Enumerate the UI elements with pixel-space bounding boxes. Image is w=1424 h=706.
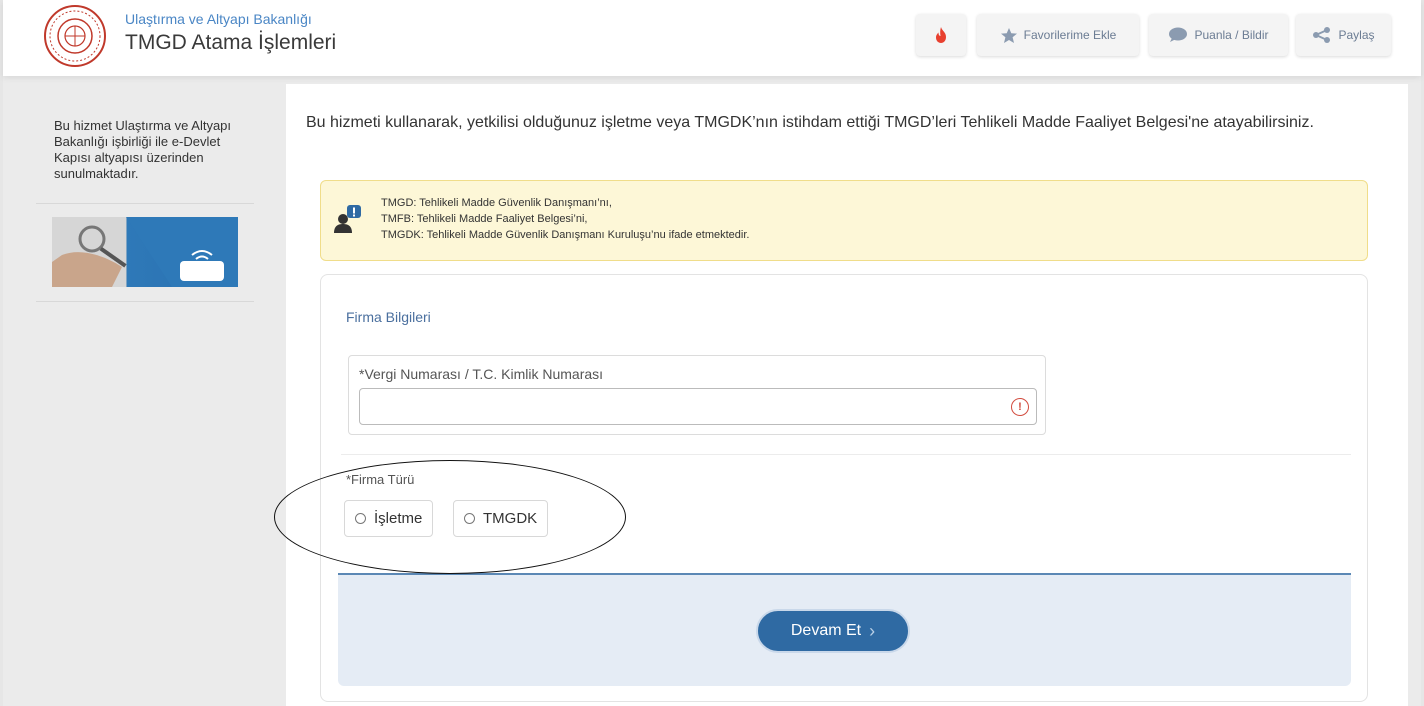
share-button[interactable]: Paylaş xyxy=(1296,14,1391,56)
section-title: Firma Bilgileri xyxy=(346,309,431,325)
info-alert: TMGD: Tehlikeli Madde Güvenlik Danışmanı… xyxy=(320,180,1368,261)
sidebar-info-text: Bu hizmet Ulaştırma ve Altyapı Bakanlığı… xyxy=(54,118,232,181)
continue-button[interactable]: Devam Et › xyxy=(756,609,910,653)
add-favorite-label: Favorilerime Ekle xyxy=(1023,28,1117,42)
sidebar: Bu hizmet Ulaştırma ve Altyapı Bakanlığı… xyxy=(36,96,254,706)
speech-bubble-icon xyxy=(1169,27,1188,42)
flame-icon xyxy=(936,27,946,43)
tax-number-input[interactable] xyxy=(359,388,1037,425)
section-divider xyxy=(341,454,1351,455)
main-content: Bu hizmeti kullanarak, yetkilisi olduğun… xyxy=(286,84,1408,706)
page-title: TMGD Atama İşlemleri xyxy=(125,31,337,54)
chevron-right-icon: › xyxy=(869,620,876,641)
sidebar-divider xyxy=(36,301,254,302)
ministry-name[interactable]: Ulaştırma ve Altyapı Bakanlığı xyxy=(125,11,312,27)
error-icon: ! xyxy=(1011,398,1029,416)
service-description: Bu hizmeti kullanarak, yetkilisi olduğun… xyxy=(306,114,1314,131)
info-line-tmgd: TMGD: Tehlikeli Madde Güvenlik Danışmanı… xyxy=(381,197,612,209)
header: Ulaştırma ve Altyapı Bakanlığı TMGD Atam… xyxy=(3,0,1421,76)
star-icon xyxy=(1000,27,1017,43)
info-line-tmfb: TMFB: Tehlikeli Madde Faaliyet Belgesi’n… xyxy=(381,213,588,225)
add-favorite-button[interactable]: Favorilerime Ekle xyxy=(977,14,1139,56)
rate-report-button[interactable]: Puanla / Bildir xyxy=(1149,14,1288,56)
share-icon xyxy=(1313,27,1331,43)
sidebar-divider xyxy=(36,203,254,204)
popular-button[interactable] xyxy=(916,14,966,56)
ministry-logo xyxy=(44,5,106,67)
info-line-tmgdk: TMGDK: Tehlikeli Madde Güvenlik Danışman… xyxy=(381,229,750,241)
tax-number-field-group: *Vergi Numarası / T.C. Kimlik Numarası ! xyxy=(348,355,1046,435)
form-actions: Devam Et › xyxy=(338,573,1351,686)
service-illustration xyxy=(52,217,238,287)
annotation-ellipse xyxy=(274,460,626,574)
share-label: Paylaş xyxy=(1338,28,1375,42)
rate-report-label: Puanla / Bildir xyxy=(1194,28,1269,42)
user-alert-icon xyxy=(334,205,361,233)
continue-label: Devam Et xyxy=(790,622,862,639)
tax-number-label: *Vergi Numarası / T.C. Kimlik Numarası xyxy=(359,366,604,382)
